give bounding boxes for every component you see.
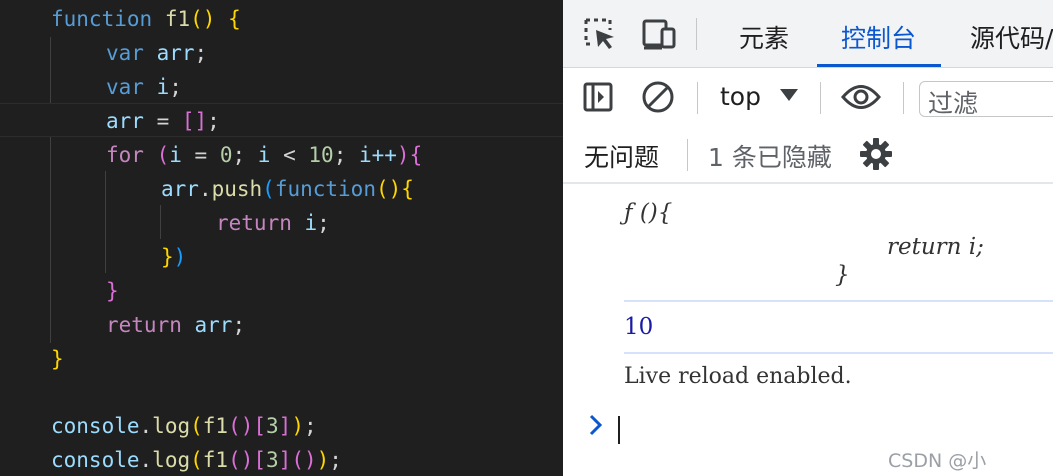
gear-icon[interactable] xyxy=(859,137,893,171)
code-line-1[interactable]: function f1() { xyxy=(0,2,563,36)
filter-placeholder: 过滤 xyxy=(928,89,979,118)
chevron-down-icon[interactable] xyxy=(779,88,799,102)
devtools-panel: 元素 控制台 源代码/ top 过滤 无问题 1 条已隐藏 ƒ (){retu… xyxy=(563,0,1053,476)
code-line-3[interactable]: var i; xyxy=(0,70,563,104)
devtools-tabbar: 元素 控制台 源代码/ xyxy=(563,0,1053,68)
console-fn-tail: } xyxy=(835,262,850,288)
console-fn-head: ƒ (){ xyxy=(624,200,673,226)
code-line-11[interactable]: } xyxy=(0,342,563,376)
code-line-14[interactable]: console.log(f1()[3]()); xyxy=(0,443,563,476)
toolbar-separator xyxy=(903,82,904,114)
message-divider xyxy=(624,300,1053,302)
filter-input[interactable]: 过滤 xyxy=(919,81,1053,118)
hidden-count-label[interactable]: 1 条已隐藏 xyxy=(708,138,832,174)
console-live-reload: Live reload enabled. xyxy=(624,364,852,389)
console-prompt-input[interactable] xyxy=(618,416,620,444)
live-expression-eye-icon[interactable] xyxy=(841,82,881,112)
context-selector[interactable]: top xyxy=(720,82,761,111)
console-fn-body: return i; xyxy=(887,234,984,260)
console-value: 10 xyxy=(624,314,654,340)
code-line-13[interactable]: console.log(f1()[3]); xyxy=(0,409,563,443)
code-line-10[interactable]: return arr; xyxy=(0,308,563,342)
inspect-element-icon[interactable] xyxy=(582,16,618,52)
active-tab-indicator xyxy=(817,64,941,67)
tabbar-separator xyxy=(696,18,697,50)
sidebar-toggle-icon[interactable] xyxy=(582,81,614,113)
toolbar-separator xyxy=(820,82,821,114)
message-divider xyxy=(624,352,1053,354)
tab-elements[interactable]: 元素 xyxy=(739,0,789,68)
code-line-6[interactable]: arr.push(function(){ xyxy=(0,172,563,206)
issues-separator xyxy=(687,139,688,171)
code-line-2[interactable]: var arr; xyxy=(0,36,563,70)
device-toolbar-icon[interactable] xyxy=(641,16,677,52)
code-line-7[interactable]: return i; xyxy=(0,206,563,240)
prompt-chevron-icon xyxy=(589,414,603,436)
clear-console-icon[interactable] xyxy=(641,80,675,114)
code-editor[interactable]: function f1() { var arr; var i; arr = []… xyxy=(0,0,563,476)
tab-sources[interactable]: 源代码/ xyxy=(970,0,1053,68)
code-line-4[interactable]: arr = []; xyxy=(0,103,563,137)
toolbar-separator xyxy=(697,82,698,114)
watermark: CSDN @小 xyxy=(888,450,987,472)
code-line-8[interactable]: }) xyxy=(0,240,563,274)
code-line-5[interactable]: for (i = 0; i < 10; i++){ xyxy=(0,138,563,172)
issues-bar: 无问题 1 条已隐藏 xyxy=(563,126,1053,184)
console-output[interactable]: ƒ (){ return i; } 10 Live reload enabled… xyxy=(563,184,1053,476)
no-issues-label[interactable]: 无问题 xyxy=(584,138,659,174)
tab-console[interactable]: 控制台 xyxy=(841,0,916,68)
code-line-9[interactable]: } xyxy=(0,274,563,308)
